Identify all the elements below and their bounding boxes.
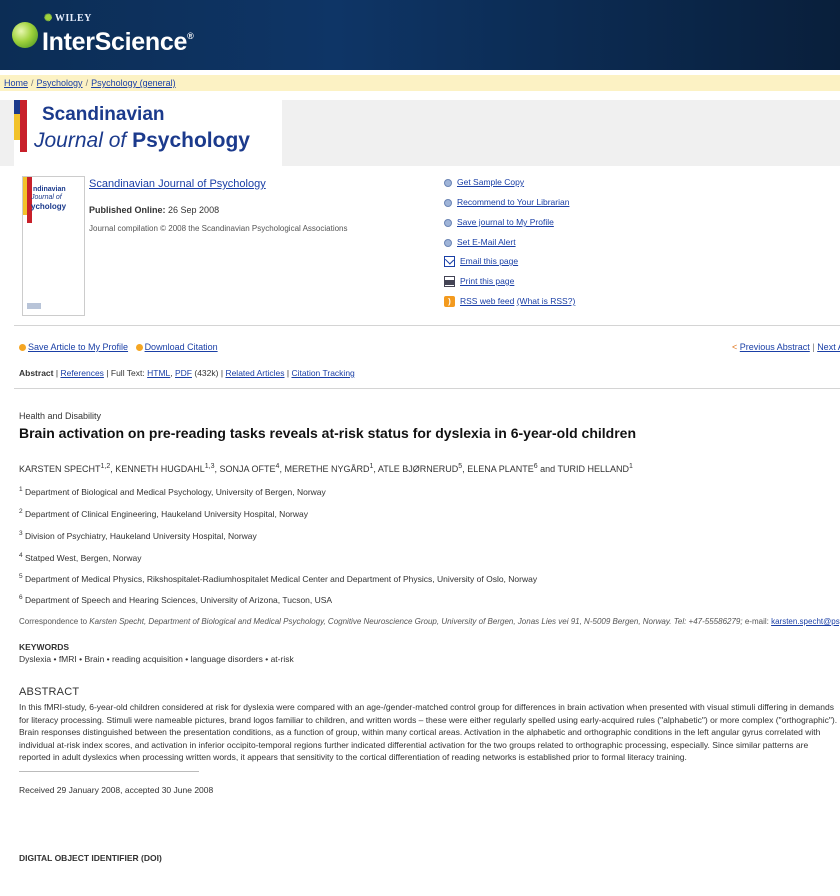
divider: [14, 325, 840, 326]
save-article-link[interactable]: Save Article to My Profile: [28, 342, 128, 352]
site-header: ✺ WILEY InterScience®: [0, 0, 840, 70]
breadcrumb-psychology[interactable]: Psychology: [37, 78, 83, 88]
article-title: Brain activation on pre-reading tasks re…: [19, 425, 636, 441]
breadcrumb-separator: /: [31, 78, 34, 88]
tool-sample-copy[interactable]: Get Sample Copy: [444, 177, 524, 187]
article-section: Health and Disability: [19, 411, 102, 421]
journal-banner[interactable]: Scandinavian Journal of Psychology: [14, 100, 282, 166]
received-dates: Received 29 January 2008, accepted 30 Ju…: [19, 785, 214, 795]
affiliation: 5 Department of Medical Physics, Rikshos…: [19, 573, 538, 584]
abstract-navigation: < Previous Abstract | Next Abstract: [732, 342, 840, 352]
nav-separator: |: [812, 342, 815, 352]
keywords: Dyslexia • fMRI • Brain • reading acquis…: [19, 654, 294, 664]
bullet-icon: [444, 218, 452, 227]
previous-arrow-icon: <: [732, 342, 738, 352]
affiliation: 6 Department of Speech and Hearing Scien…: [19, 594, 333, 605]
author-list: KARSTEN SPECHT1,2, KENNETH HUGDAHL1,3, S…: [19, 463, 633, 474]
globe-logo-icon[interactable]: [12, 22, 38, 48]
breadcrumb-separator: /: [85, 78, 89, 88]
banner-title-line2: Journal of Psychology: [34, 129, 250, 152]
bullet-icon: [444, 178, 452, 187]
cover-title-line2: Journal of: [31, 194, 62, 201]
breadcrumb: Home / Psychology / Psychology (general): [0, 75, 840, 91]
tab-separator: |: [106, 368, 109, 378]
bullet-icon: [444, 198, 452, 207]
article-actions: Save Article to My Profile Download Cita…: [19, 342, 218, 352]
affiliation: 4 Statped West, Bergen, Norway: [19, 552, 142, 563]
breadcrumb-psychology-general[interactable]: Psychology (general): [91, 78, 176, 88]
interscience-logo[interactable]: InterScience®: [42, 28, 194, 57]
author: KENNETH HUGDAHL: [115, 464, 205, 474]
cover-publisher-logo: [27, 303, 41, 309]
next-abstract-link[interactable]: Next Abstract: [817, 342, 840, 352]
author-affiliation-ref: 1: [629, 463, 633, 470]
author-affiliation-ref: 1,3: [204, 463, 215, 470]
download-citation-link[interactable]: Download Citation: [145, 342, 218, 352]
tool-recommend[interactable]: Recommend to Your Librarian: [444, 197, 569, 207]
cover-title-line1: ndinavian: [33, 186, 66, 193]
bullet-icon: [444, 238, 452, 247]
doi-heading: DIGITAL OBJECT IDENTIFIER (DOI): [19, 853, 162, 863]
author: TURID HELLAND: [557, 464, 629, 474]
envelope-icon: [444, 256, 455, 268]
tool-rss-feed[interactable]: ) RSS web feed (What is RSS?): [444, 296, 576, 308]
author-separator: and: [537, 464, 558, 474]
abstract-heading: ABSTRACT: [19, 686, 80, 698]
tool-email-alert[interactable]: Set E-Mail Alert: [444, 237, 516, 247]
author: ELENA PLANTE: [467, 464, 534, 474]
correspondence-address: Karsten Specht, Department of Biological…: [89, 617, 743, 626]
tool-email-page[interactable]: Email this page: [444, 256, 518, 268]
previous-abstract-link[interactable]: Previous Abstract: [740, 342, 810, 352]
tab-separator: |: [220, 368, 224, 378]
keywords-heading: KEYWORDS: [19, 642, 70, 652]
pdf-size: (432k): [194, 368, 219, 378]
download-icon: [135, 344, 143, 352]
affiliation: 2 Department of Clinical Engineering, Ha…: [19, 508, 308, 519]
correspondence: Correspondence to Karsten Specht, Depart…: [19, 617, 840, 626]
divider: [14, 388, 840, 389]
banner-title-line1: Scandinavian: [42, 104, 165, 125]
author-email-link[interactable]: karsten.specht@psybp.uib.no: [771, 617, 840, 626]
fulltext-label: Full Text:: [110, 368, 145, 378]
journal-cover-thumbnail[interactable]: ndinavian Journal of ychology: [22, 176, 85, 316]
tool-save-journal[interactable]: Save journal to My Profile: [444, 217, 554, 227]
banner-stripe-red: [20, 100, 27, 152]
author: ATLE BJØRNERUD: [377, 464, 459, 474]
cover-title-line3: ychology: [31, 202, 67, 211]
tab-pdf[interactable]: PDF: [175, 368, 192, 378]
divider: [19, 771, 199, 772]
printer-icon: [444, 276, 455, 288]
abstract-text: In this fMRI-study, 6-year-old children …: [19, 702, 838, 762]
author-affiliation-ref: 1,2: [100, 463, 111, 470]
journal-title-link[interactable]: Scandinavian Journal of Psychology: [89, 178, 266, 190]
what-is-rss-link[interactable]: (What is RSS?): [517, 296, 576, 306]
wiley-logo[interactable]: ✺ WILEY: [44, 13, 92, 24]
published-online: Published Online: 26 Sep 2008: [89, 205, 220, 215]
breadcrumb-home[interactable]: Home: [4, 78, 28, 88]
journal-compilation: Journal compilation © 2008 the Scandinav…: [89, 224, 348, 233]
tab-references[interactable]: References: [60, 368, 103, 378]
author: SONJA OFTE: [219, 464, 276, 474]
tab-citation-tracking[interactable]: Citation Tracking: [291, 368, 354, 378]
rss-icon: ): [444, 296, 455, 308]
wiley-star-icon: ✺: [44, 13, 53, 24]
tab-html[interactable]: HTML: [147, 368, 170, 378]
tab-abstract: Abstract: [19, 368, 54, 378]
save-icon: [19, 344, 26, 352]
tool-print-page[interactable]: Print this page: [444, 276, 514, 288]
tab-separator: |: [286, 368, 290, 378]
affiliation: 1 Department of Biological and Medical P…: [19, 486, 326, 497]
tab-separator: |: [55, 368, 59, 378]
author: MERETHE NYGÅRD: [284, 464, 370, 474]
author: KARSTEN SPECHT: [19, 464, 101, 474]
affiliation: 3 Division of Psychiatry, Haukeland Univ…: [19, 530, 257, 541]
tab-related-articles[interactable]: Related Articles: [225, 368, 284, 378]
article-tabs: Abstract | References | Full Text: HTML,…: [19, 368, 355, 378]
